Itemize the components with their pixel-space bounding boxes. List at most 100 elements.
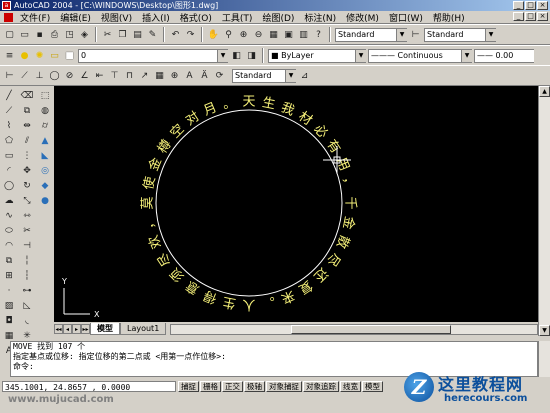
fillet-icon[interactable]: ◟ (20, 314, 34, 327)
make-block-icon[interactable]: ⊞ (2, 269, 16, 282)
minimize-button[interactable]: _ (513, 1, 524, 10)
maximize-button[interactable]: □ (525, 1, 536, 10)
baseline-dim-icon[interactable]: ⊤ (108, 69, 121, 82)
tolerance-icon[interactable]: ▦ (153, 69, 166, 82)
region-icon[interactable]: ◘ (2, 314, 16, 327)
menu-draw[interactable]: 绘图(D) (257, 11, 299, 24)
doc-close-button[interactable]: × (537, 12, 548, 21)
arc-icon[interactable]: ◜ (2, 164, 16, 177)
ordinate-dim-icon[interactable]: ⊥ (33, 69, 46, 82)
trim-icon[interactable]: ✂ (20, 224, 34, 237)
join-icon[interactable]: ⊶ (20, 284, 34, 297)
text-style-dropdown[interactable]: Standard ▼ (335, 27, 407, 42)
dim-style-manager-icon[interactable]: ⊿ (298, 69, 311, 82)
properties-icon[interactable]: ▦ (267, 28, 280, 41)
match-properties-icon[interactable]: ✎ (146, 28, 159, 41)
layer-manager-icon[interactable]: ≡ (3, 49, 16, 62)
menu-tools[interactable]: 工具(T) (217, 11, 258, 24)
grid-toggle[interactable]: 栅格 (200, 381, 221, 392)
model-toggle[interactable]: 模型 (362, 381, 383, 392)
scroll-down-icon[interactable]: ▼ (539, 325, 550, 336)
zoom-window-icon[interactable]: ⊕ (237, 28, 250, 41)
pan-icon[interactable]: ✋ (207, 28, 220, 41)
dim-style-dropdown[interactable]: Standard ▼ (424, 27, 496, 42)
hatch-icon[interactable]: ▨ (2, 299, 16, 312)
dim-text-edit-icon[interactable]: Ä (198, 69, 211, 82)
erase-icon[interactable]: ⌫ (20, 89, 34, 102)
new-icon[interactable]: ▢ (3, 28, 16, 41)
center-mark-icon[interactable]: ⊕ (168, 69, 181, 82)
radius-dim-icon[interactable]: ◯ (48, 69, 61, 82)
extend-icon[interactable]: ⊣ (20, 239, 34, 252)
color-dropdown[interactable]: ■ ByLayer ▼ (268, 48, 366, 63)
array-icon[interactable]: ⋮ (20, 149, 34, 162)
otrack-toggle[interactable]: 对象追踪 (303, 381, 339, 392)
drawing-canvas[interactable]: 天生我材必有用，千金散尽还复来。人生得意须尽欢，莫使金樽空对月。 Y X (54, 86, 538, 322)
polar-toggle[interactable]: 极轴 (244, 381, 265, 392)
last-tab-icon[interactable]: ▸▸ (81, 324, 90, 334)
circle-icon[interactable]: ◯ (2, 179, 16, 192)
zoom-realtime-icon[interactable]: ⚲ (222, 28, 235, 41)
ellipse-arc-icon[interactable]: ◠ (2, 239, 16, 252)
layer-previous-icon[interactable]: ◨ (245, 49, 258, 62)
extrude-icon[interactable]: ◆ (38, 179, 52, 192)
chamfer-icon[interactable]: ◺ (20, 299, 34, 312)
save-icon[interactable]: ▪ (33, 28, 46, 41)
stretch-icon[interactable]: ⇿ (20, 209, 34, 222)
horizontal-scrollbar[interactable] (170, 323, 538, 335)
first-tab-icon[interactable]: ◂◂ (54, 324, 63, 334)
polyline-icon[interactable]: ⌇ (2, 119, 16, 132)
ortho-toggle[interactable]: 正交 (222, 381, 243, 392)
undo-icon[interactable]: ↶ (169, 28, 182, 41)
wedge-icon[interactable]: ◣ (38, 149, 52, 162)
menu-modify[interactable]: 修改(M) (341, 11, 384, 24)
break-point-icon[interactable]: ╎ (20, 254, 34, 267)
rectangle-icon[interactable]: ▭ (2, 149, 16, 162)
horizontal-scroll-thumb[interactable] (291, 324, 452, 334)
insert-block-icon[interactable]: ⧉ (2, 254, 16, 267)
line-icon[interactable]: ╱ (2, 89, 16, 102)
make-current-icon[interactable]: ◧ (230, 49, 243, 62)
angular-dim-icon[interactable]: ∠ (78, 69, 91, 82)
linetype-dropdown[interactable]: ——— Continuous ▼ (368, 48, 472, 63)
dim-update-icon[interactable]: ⟳ (213, 69, 226, 82)
scale-icon[interactable]: ⤡ (20, 194, 34, 207)
tab-layout1[interactable]: Layout1 (120, 323, 167, 335)
prev-tab-icon[interactable]: ◂ (63, 324, 72, 334)
design-center-icon[interactable]: ▣ (282, 28, 295, 41)
revcloud-icon[interactable]: ☁ (2, 194, 16, 207)
offset-icon[interactable]: ⫽ (20, 134, 34, 147)
cylinder-icon[interactable]: ⌭ (38, 119, 52, 132)
layer-dropdown[interactable]: 0 ▼ (78, 48, 228, 63)
dim-style-dropdown-2[interactable]: Standard ▼ (232, 68, 296, 83)
menu-view[interactable]: 视图(V) (96, 11, 137, 24)
spline-icon[interactable]: ∿ (2, 209, 16, 222)
ellipse-icon[interactable]: ⬭ (2, 224, 16, 237)
copy-object-icon[interactable]: ⧉ (20, 104, 34, 117)
snap-toggle[interactable]: 捕捉 (178, 381, 199, 392)
osnap-toggle[interactable]: 对象捕捉 (266, 381, 302, 392)
break-icon[interactable]: ┆ (20, 269, 34, 282)
zoom-previous-icon[interactable]: ⊖ (252, 28, 265, 41)
tool-palettes-icon[interactable]: ▥ (297, 28, 310, 41)
menu-window[interactable]: 窗口(W) (384, 11, 428, 24)
menu-edit[interactable]: 编辑(E) (55, 11, 96, 24)
polygon-icon[interactable]: ⬠ (2, 134, 16, 147)
print-icon[interactable]: ⎙ (48, 28, 61, 41)
scroll-up-icon[interactable]: ▲ (539, 86, 550, 97)
box-icon[interactable]: ⬚ (38, 89, 52, 102)
torus-icon[interactable]: ◎ (38, 164, 52, 177)
redo-icon[interactable]: ↷ (184, 28, 197, 41)
copy-icon[interactable]: ❐ (116, 28, 129, 41)
doc-minimize-button[interactable]: _ (513, 12, 524, 21)
lineweight-dropdown[interactable]: —— 0.00 (474, 48, 534, 63)
vertical-scrollbar[interactable]: ▲ ▼ (538, 86, 550, 336)
point-icon[interactable]: · (2, 284, 16, 297)
preview-icon[interactable]: ◳ (63, 28, 76, 41)
menu-file[interactable]: 文件(F) (15, 11, 55, 24)
quick-dim-icon[interactable]: ⇤ (93, 69, 106, 82)
aligned-dim-icon[interactable]: ⟋ (18, 69, 31, 82)
sphere-icon[interactable]: ◍ (38, 104, 52, 117)
move-icon[interactable]: ✥ (20, 164, 34, 177)
diameter-dim-icon[interactable]: ⊘ (63, 69, 76, 82)
